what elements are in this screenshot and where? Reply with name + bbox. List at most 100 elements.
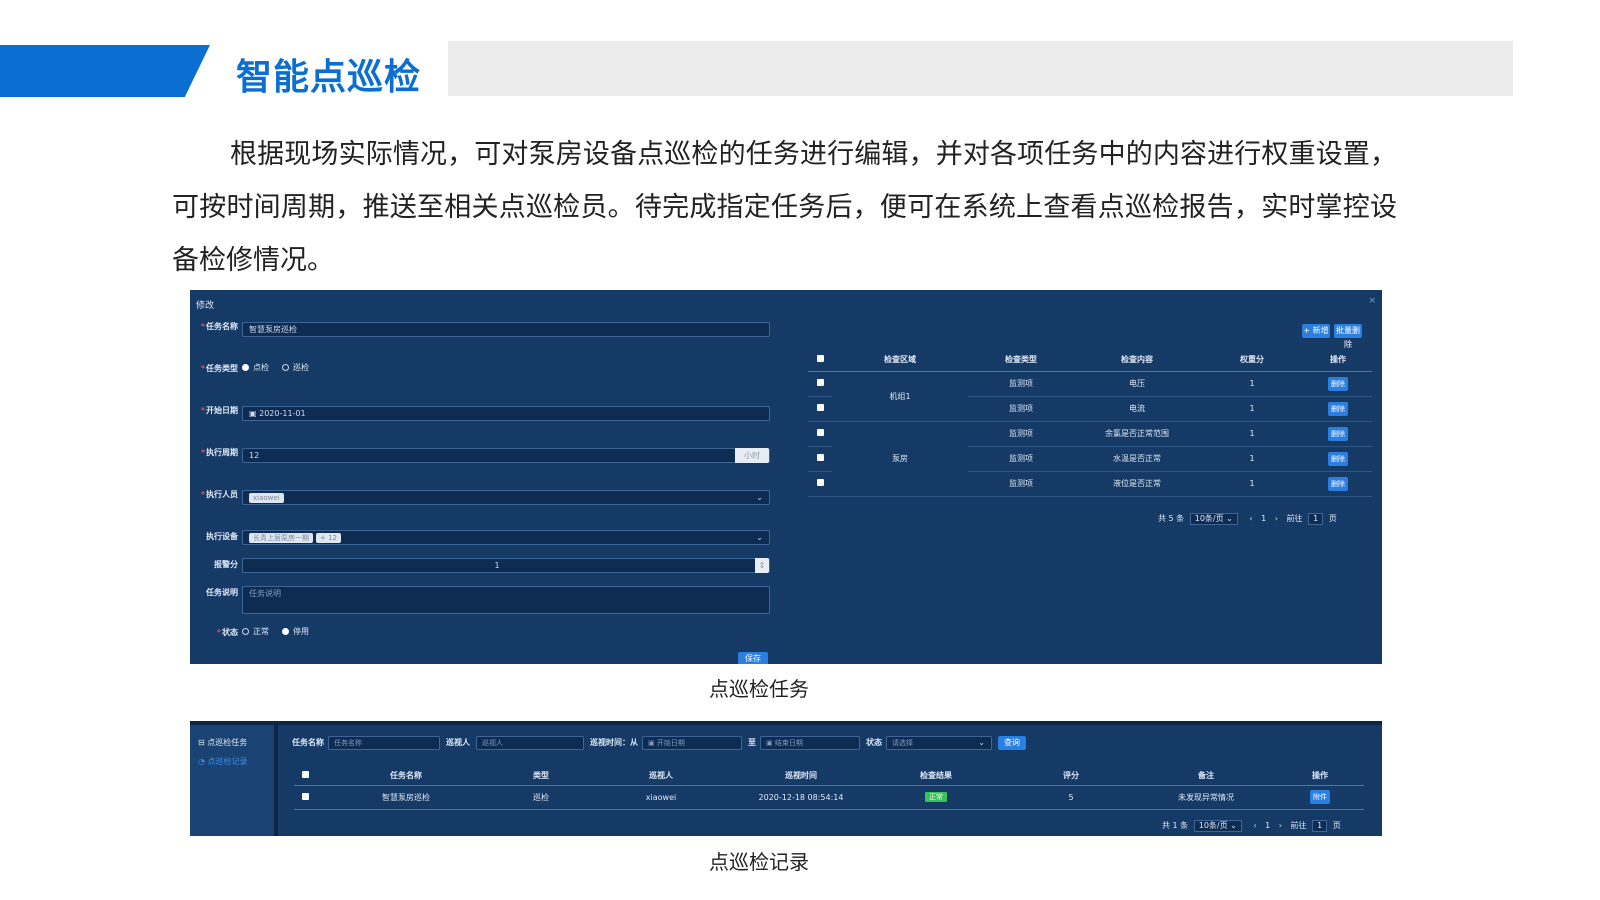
- goto-label: 前往: [1290, 821, 1307, 830]
- type-cell: 监测项: [968, 446, 1074, 472]
- checkbox-icon[interactable]: [301, 792, 309, 800]
- checkbox-icon[interactable]: [816, 379, 824, 386]
- delete-row-button[interactable]: 删除: [1328, 376, 1348, 391]
- radio-checked-icon: [242, 364, 249, 371]
- checkbox-icon[interactable]: [816, 404, 824, 411]
- check-content-table: 检查区域 检查类型 检查内容 权重分 操作 机组1 监测项 电压 1 删除 监测…: [808, 348, 1372, 497]
- checkbox-icon[interactable]: [816, 479, 824, 486]
- sidebar-item-record[interactable]: ◔ 点巡检记录: [198, 756, 248, 767]
- description-textarea[interactable]: 任务说明: [242, 586, 770, 614]
- weight-cell: 1: [1200, 396, 1304, 422]
- filter-label: 至: [748, 738, 756, 747]
- content-cell: 液位是否正常: [1074, 471, 1200, 497]
- column-header: 任务名称: [316, 767, 496, 786]
- field-label: 报警分: [214, 560, 238, 569]
- page-size-select[interactable]: 10条/页 ⌄: [1193, 820, 1242, 832]
- checkbox-icon[interactable]: [301, 771, 309, 779]
- inspector-cell: xiaowei: [586, 785, 736, 810]
- checkbox-icon[interactable]: [816, 354, 824, 362]
- stepper-arrows-icon[interactable]: ⇕: [755, 558, 769, 573]
- delete-row-button[interactable]: 删除: [1328, 401, 1348, 416]
- radio-option-disabled[interactable]: 停用: [282, 626, 309, 637]
- radio-option-patrol[interactable]: 巡检: [282, 362, 309, 373]
- goto-page-input[interactable]: 1: [1312, 820, 1328, 832]
- current-page[interactable]: 1: [1261, 514, 1266, 523]
- batch-delete-button[interactable]: 批量删除: [1334, 324, 1362, 349]
- weight-cell: 1: [1200, 446, 1304, 472]
- goto-page-input[interactable]: 1: [1308, 513, 1324, 525]
- radio-option-spot[interactable]: 点检: [242, 362, 269, 373]
- row-checkbox[interactable]: [808, 421, 832, 447]
- field-label: *执行周期: [200, 448, 238, 457]
- status-filter-select[interactable]: 请选择 ⌄: [886, 736, 992, 750]
- executor-select[interactable]: xiaowei ⌄: [242, 490, 770, 505]
- period-input[interactable]: 12 小时: [242, 448, 770, 463]
- delete-row-button[interactable]: 删除: [1328, 476, 1348, 491]
- score-cell: 5: [1006, 785, 1136, 810]
- intro-paragraph: 根据现场实际情况，可对泵房设备点巡检的任务进行编辑，并对各项任务中的内容进行权重…: [172, 139, 1397, 276]
- device-more-tag: + 12: [316, 533, 341, 543]
- next-page-icon[interactable]: ›: [1275, 514, 1278, 523]
- content-cell: 水温是否正常: [1074, 446, 1200, 472]
- type-cell: 监测项: [968, 396, 1074, 422]
- field-label: 执行设备: [206, 532, 238, 541]
- device-tag[interactable]: 长青上层泵房一期: [249, 533, 313, 543]
- delete-row-button[interactable]: 删除: [1328, 426, 1348, 441]
- row-checkbox[interactable]: [808, 471, 832, 497]
- caption-task: 点巡检任务: [709, 677, 809, 701]
- check-content-section: + 新增 批量删除 检查区域 检查类型 检查内容 权重分 操作 机组1 监测项 …: [800, 290, 1382, 664]
- field-label: *执行人员: [200, 490, 238, 499]
- op-cell: 删除: [1304, 471, 1372, 497]
- save-button[interactable]: 保存: [738, 652, 768, 664]
- sidebar-item-task[interactable]: ⊟ 点巡检任务: [198, 737, 247, 748]
- total-count: 共 1 条: [1162, 821, 1189, 830]
- radio-unchecked-icon: [242, 628, 249, 635]
- column-header: 巡视时间: [736, 767, 866, 786]
- start-date-filter[interactable]: ▣ 开始日期: [642, 736, 742, 750]
- filter-label: 巡视时间：从: [590, 738, 638, 747]
- select-all-cell[interactable]: [808, 348, 832, 372]
- checkbox-icon[interactable]: [816, 429, 824, 436]
- prev-page-icon[interactable]: ‹: [1253, 821, 1256, 830]
- record-main: 任务名称 任务名称 巡视人 巡视人 巡视时间：从 ▣ 开始日期 至 ▣ 结束日期…: [286, 725, 1382, 836]
- executor-tag[interactable]: xiaowei: [249, 493, 284, 503]
- row-checkbox[interactable]: [808, 446, 832, 472]
- inspector-filter-input[interactable]: 巡视人: [476, 736, 584, 750]
- calendar-icon: ▣: [249, 409, 260, 418]
- query-button[interactable]: 查询: [998, 736, 1026, 750]
- column-header: 巡视人: [586, 767, 736, 786]
- column-header: 操作: [1276, 767, 1364, 786]
- field-label: *任务类型: [200, 364, 238, 373]
- type-cell: 监测项: [968, 371, 1074, 397]
- checkbox-icon[interactable]: [816, 454, 824, 461]
- field-label: *开始日期: [200, 406, 238, 415]
- task-name-filter-input[interactable]: 任务名称: [328, 736, 440, 750]
- task-name-input[interactable]: 智慧泵房巡检: [242, 322, 770, 337]
- row-checkbox[interactable]: [808, 396, 832, 422]
- op-cell: 附件: [1276, 785, 1364, 810]
- op-cell: 删除: [1304, 371, 1372, 397]
- add-button[interactable]: + 新增: [1302, 324, 1330, 338]
- alarm-score-stepper[interactable]: 1 ⇕: [242, 558, 770, 573]
- start-date-input[interactable]: ▣ 2020-11-01: [242, 406, 770, 421]
- delete-row-button[interactable]: 删除: [1328, 451, 1348, 466]
- current-page[interactable]: 1: [1265, 821, 1270, 830]
- page-size-select[interactable]: 10条/页 ⌄: [1189, 513, 1238, 525]
- device-select[interactable]: 长青上层泵房一期 + 12 ⌄: [242, 530, 770, 545]
- attachment-button[interactable]: 附件: [1310, 790, 1330, 804]
- row-checkbox[interactable]: [294, 785, 316, 810]
- table-header-row: 检查区域 检查类型 检查内容 权重分 操作: [808, 348, 1372, 372]
- column-header: 操作: [1304, 348, 1372, 372]
- end-date-filter[interactable]: ▣ 结束日期: [760, 736, 860, 750]
- prev-page-icon[interactable]: ‹: [1249, 514, 1252, 523]
- op-cell: 删除: [1304, 446, 1372, 472]
- total-count: 共 5 条: [1158, 514, 1185, 523]
- content-cell: 电压: [1074, 371, 1200, 397]
- radio-option-normal[interactable]: 正常: [242, 626, 269, 637]
- row-checkbox[interactable]: [808, 371, 832, 397]
- record-icon: ◔: [198, 757, 208, 766]
- next-page-icon[interactable]: ›: [1279, 821, 1282, 830]
- field-label: *状态: [216, 628, 238, 637]
- table-header-row: 任务名称 类型 巡视人 巡视时间 检查结果 评分 备注 操作: [294, 767, 1364, 786]
- select-all-cell[interactable]: [294, 767, 316, 786]
